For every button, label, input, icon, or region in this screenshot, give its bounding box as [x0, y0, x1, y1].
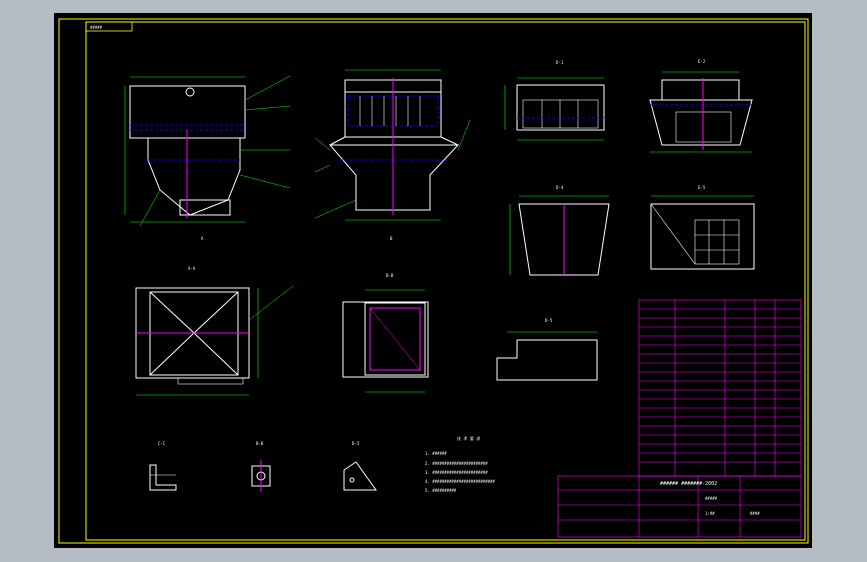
cad-viewport: ##### A B D-1 E-2 D-4 E-5 A-A B-B D-5 C-…: [0, 0, 867, 562]
technical-note-5: 5. ##########: [425, 488, 457, 493]
title-block-sheet: ####: [750, 511, 760, 516]
section-view-aa: [135, 285, 294, 396]
detail-d-label: D-5: [352, 441, 360, 446]
side-view-label: B: [390, 236, 393, 241]
technical-note-4: 4. ##########################: [425, 479, 495, 484]
detail-b-label: B-B: [256, 441, 264, 446]
parts-list-table: [638, 299, 802, 477]
hopper-view-d4: [509, 195, 610, 276]
corner-label: #####: [90, 25, 103, 30]
hopper-view-e5: [650, 195, 755, 270]
front-view: [124, 75, 291, 227]
step-view-d5-label: D-5: [545, 318, 553, 323]
title-block-title: ###### #######-2002: [660, 481, 717, 487]
title-block-drawing-no: #####: [705, 496, 718, 501]
detail-view-d1: [504, 77, 605, 141]
section-view-bb: [342, 289, 429, 393]
detail-view-e2: [649, 71, 753, 153]
front-view-label: A: [201, 236, 204, 241]
detail-b: [251, 460, 271, 492]
technical-notes-title: 技 术 要 求: [457, 435, 480, 441]
title-block-scale: 1:##: [705, 511, 715, 516]
hopper-view-e5-label: E-5: [698, 185, 706, 190]
section-view-aa-label: A-A: [188, 266, 196, 271]
side-view: [314, 69, 471, 221]
detail-d: [343, 461, 377, 491]
technical-note-1: 1. ######: [425, 451, 447, 456]
hopper-view-d4-label: D-4: [556, 185, 564, 190]
detail-view-e2-label: E-2: [698, 59, 706, 64]
detail-c-label: C-C: [158, 441, 166, 446]
step-view-d5: [496, 331, 598, 381]
detail-c: [149, 464, 177, 491]
detail-view-d1-label: D-1: [556, 60, 564, 65]
technical-note-3: 3. #######################: [425, 470, 488, 475]
drawing-canvas: ##### A B D-1 E-2 D-4 E-5 A-A B-B D-5 C-…: [58, 18, 809, 544]
section-view-bb-label: B-B: [386, 273, 394, 278]
technical-note-2: 2. #######################: [425, 461, 488, 466]
